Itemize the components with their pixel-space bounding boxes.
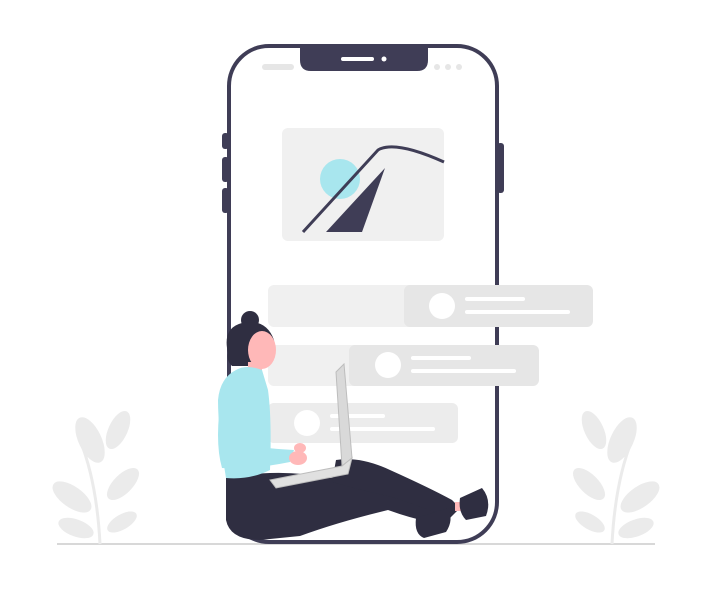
status-pill-icon: [262, 64, 294, 70]
status-dots-icon: [434, 64, 462, 70]
image-placeholder-icon: [282, 128, 445, 241]
right-plant-icon: [572, 410, 660, 545]
card-3: [268, 403, 458, 443]
illustration-stage: [0, 0, 711, 591]
illustration-canvas: [52, 44, 660, 545]
card-1: [404, 285, 593, 327]
hand: [289, 451, 307, 465]
left-plant-icon: [52, 410, 140, 545]
hand-2: [294, 443, 306, 453]
camera-icon: [381, 56, 387, 62]
speaker-icon: [341, 57, 374, 61]
card-2: [349, 345, 539, 386]
